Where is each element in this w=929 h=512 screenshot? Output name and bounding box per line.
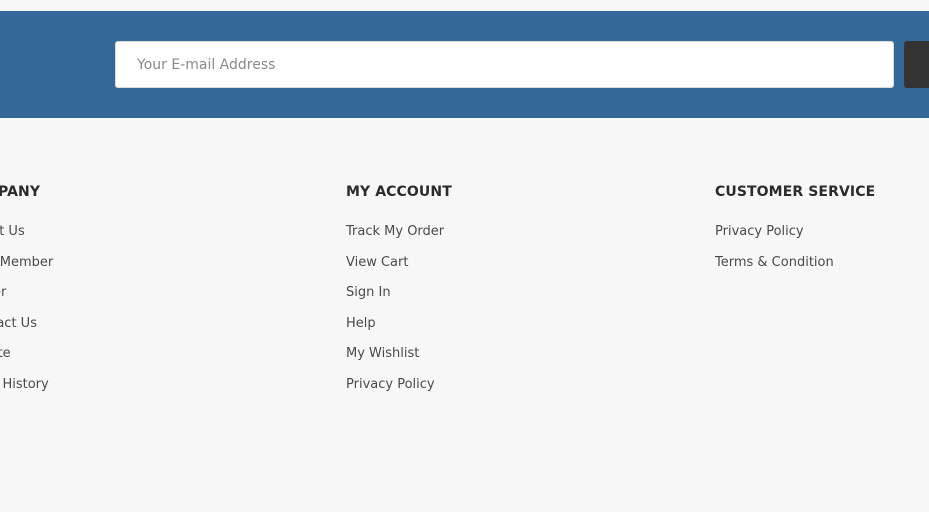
footer-link-order-history[interactable]: er History	[0, 374, 53, 405]
footer-heading-my-account: MY ACCOUNT	[346, 184, 452, 200]
footer: MPANY out Us m Member eer ntact Us iate …	[0, 118, 929, 512]
footer-link-wishlist[interactable]: My Wishlist	[346, 343, 444, 374]
subscribe-button[interactable]	[904, 41, 929, 88]
footer-link-privacy-policy[interactable]: Privacy Policy	[346, 374, 444, 405]
footer-link-affiliate[interactable]: iate	[0, 343, 53, 374]
footer-heading-company: MPANY	[0, 184, 41, 200]
footer-link-track-order[interactable]: Track My Order	[346, 221, 444, 252]
footer-links-company: out Us m Member eer ntact Us iate er His…	[0, 221, 53, 405]
footer-link-view-cart[interactable]: View Cart	[346, 252, 444, 283]
footer-link-career[interactable]: eer	[0, 282, 53, 313]
footer-links-my-account: Track My Order View Cart Sign In Help My…	[346, 221, 444, 405]
footer-link-cs-privacy-policy[interactable]: Privacy Policy	[715, 221, 834, 252]
footer-link-terms-condition[interactable]: Terms & Condition	[715, 252, 834, 283]
footer-links-customer-service: Privacy Policy Terms & Condition	[715, 221, 834, 282]
footer-link-sign-in[interactable]: Sign In	[346, 282, 444, 313]
footer-link-about-us[interactable]: out Us	[0, 221, 53, 252]
newsletter-email-input[interactable]	[115, 41, 894, 88]
top-strip	[0, 0, 929, 11]
footer-heading-customer-service: CUSTOMER SERVICE	[715, 184, 876, 200]
footer-link-help[interactable]: Help	[346, 313, 444, 344]
footer-link-contact-us[interactable]: ntact Us	[0, 313, 53, 344]
footer-link-team-member[interactable]: m Member	[0, 252, 53, 283]
